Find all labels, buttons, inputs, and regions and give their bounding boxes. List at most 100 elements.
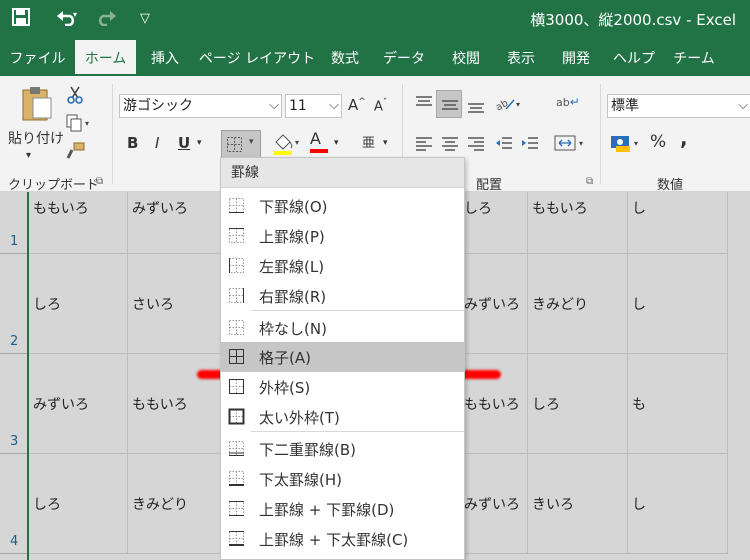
tab-5[interactable]: データ (370, 40, 438, 76)
grid-cell[interactable]: ももいろ (528, 192, 628, 254)
row-header[interactable]: 3 (0, 354, 28, 454)
cut-icon[interactable] (66, 86, 84, 108)
border-option-label: 上罫線 + 下太罫線(C) (259, 531, 409, 549)
border-option-left-border[interactable]: 左罫線(L) (221, 251, 464, 281)
align-top-icon[interactable] (414, 94, 434, 116)
border-option-outside-borders[interactable]: 外枠(S) (221, 372, 464, 402)
paste-icon[interactable] (20, 86, 54, 126)
font-size-combo[interactable]: 11 ⌵ (285, 94, 342, 118)
border-option-all-borders[interactable]: 格子(A) (221, 342, 464, 372)
copy-icon[interactable]: ▾ (66, 114, 94, 136)
accounting-format-icon[interactable]: ▾ (610, 132, 642, 158)
grid-cell[interactable]: し (628, 192, 728, 254)
chevron-down-icon[interactable]: ⌵ (738, 95, 748, 117)
orientation-icon[interactable]: ab ▾ (494, 94, 524, 118)
tab-9[interactable]: ヘルプ (604, 40, 664, 76)
tab-2[interactable]: 挿入 (136, 40, 194, 76)
bold-button[interactable]: B (127, 134, 138, 152)
border-option-right-border[interactable]: 右罫線(R) (221, 281, 464, 311)
tab-3[interactable]: ページ レイアウト (194, 40, 320, 76)
percent-style-button[interactable]: % (650, 132, 666, 152)
border-option-top-border[interactable]: 上罫線(P) (221, 221, 464, 251)
clipboard-launcher-icon[interactable]: ⧉ (96, 176, 103, 187)
tab-0[interactable]: ファイル (0, 40, 75, 76)
font-color-button[interactable]: A (310, 131, 328, 153)
font-name-combo[interactable]: 游ゴシック ⌵ (119, 94, 282, 118)
row-header[interactable]: 2 (0, 254, 28, 354)
chevron-down-icon[interactable]: ▾ (334, 138, 339, 148)
grid-cell[interactable]: ももいろ (460, 354, 528, 454)
align-right-icon[interactable] (466, 134, 486, 156)
grid-cell[interactable]: ももいろ (29, 192, 128, 254)
align-center-icon[interactable] (440, 134, 460, 156)
svg-text:▾: ▾ (579, 139, 583, 148)
grid-cell[interactable]: しろ (460, 192, 528, 254)
row-header[interactable]: 4 (0, 454, 28, 554)
grid-cell[interactable]: さいろ (128, 254, 228, 354)
border-option-top-and-thick-bottom-border[interactable]: 上罫線 + 下太罫線(C) (221, 524, 464, 554)
tab-10[interactable]: チーム (664, 40, 724, 76)
tab-6[interactable]: 校閲 (438, 40, 494, 76)
grid-cell[interactable]: し (628, 254, 728, 354)
paste-dropdown-icon[interactable]: ▾ (26, 150, 31, 161)
chevron-down-icon[interactable]: ▾ (383, 138, 388, 148)
align-left-icon[interactable] (414, 134, 434, 156)
align-bottom-icon[interactable] (466, 96, 486, 118)
border-option-top-and-bottom-border[interactable]: 上罫線 + 下罫線(D) (221, 494, 464, 524)
grow-font-button[interactable]: A^ (348, 96, 366, 114)
grid-cell[interactable]: しろ (29, 454, 128, 554)
number-format-combo[interactable]: 標準 ⌵ (607, 94, 750, 118)
excel-window: ▾ ▽ 横3000、縦2000.csv - Excel ファイル ホーム 挿入 ページ… (0, 0, 750, 560)
border-option-bottom-border[interactable]: 下罫線(O) (221, 191, 464, 221)
svg-text:▾: ▾ (73, 10, 77, 19)
wrap-text-glyph: ab (556, 96, 570, 109)
clipboard-group-label: クリップボード (8, 178, 100, 193)
grid-cell[interactable]: しろ (528, 354, 628, 454)
format-painter-icon[interactable] (66, 142, 86, 164)
border-option-bottom-double-border[interactable]: 下二重罫線(B) (221, 434, 464, 464)
redo-icon[interactable] (95, 8, 117, 32)
decrease-indent-icon[interactable] (494, 134, 514, 156)
grid-cell[interactable]: みずいろ (460, 454, 528, 554)
grid-cell[interactable]: みずいろ (128, 192, 228, 254)
border-option-thick-bottom-border[interactable]: 下太罫線(H) (221, 464, 464, 494)
tab-7[interactable]: 表示 (494, 40, 548, 76)
tab-4[interactable]: 数式 (320, 40, 370, 76)
border-option-thick-outside-borders[interactable]: 太い外枠(T) (221, 402, 464, 432)
underline-dropdown-icon[interactable]: ▾ (197, 138, 202, 148)
customize-toolbar-icon[interactable]: ▽ (140, 8, 150, 30)
underline-button[interactable]: U (178, 134, 190, 152)
all-borders-icon (228, 348, 245, 365)
number-format-value: 標準 (611, 98, 639, 114)
italic-button[interactable]: I (155, 134, 159, 152)
merge-center-icon[interactable]: ▾ (554, 134, 588, 156)
paste-button-label[interactable]: 貼り付け (8, 128, 64, 148)
undo-icon[interactable]: ▾ (56, 8, 78, 32)
save-icon[interactable] (12, 8, 30, 32)
chevron-down-icon[interactable]: ▾ (249, 137, 254, 147)
grid-cell[interactable]: ももいろ (128, 354, 228, 454)
grid-cell[interactable]: も (628, 354, 728, 454)
border-option-no-border[interactable]: 枠なし(N) (221, 313, 464, 343)
chevron-down-icon[interactable]: ⌵ (269, 95, 279, 117)
grid-cell[interactable]: きいろ (528, 454, 628, 554)
shrink-font-button[interactable]: Aˇ (374, 98, 387, 114)
increase-indent-icon[interactable] (520, 134, 540, 156)
wrap-text-button[interactable]: ab↵ (556, 94, 580, 110)
borders-button[interactable]: ▾ (221, 130, 261, 158)
alignment-launcher-icon[interactable]: ⧉ (586, 176, 593, 187)
grid-cell[interactable]: きみどり (528, 254, 628, 354)
chevron-down-icon[interactable]: ⌵ (329, 95, 339, 117)
grid-cell[interactable]: みずいろ (460, 254, 528, 354)
tab-8[interactable]: 開発 (548, 40, 604, 76)
grid-cell[interactable]: し (628, 454, 728, 554)
comma-style-button[interactable]: , (680, 126, 688, 150)
row-header[interactable]: 1 (0, 192, 28, 254)
align-middle-button[interactable] (436, 90, 462, 118)
tab-1[interactable]: ホーム (75, 40, 136, 76)
grid-cell[interactable]: きみどり (128, 454, 228, 554)
phonetic-guide-button[interactable]: 亜 (362, 132, 375, 151)
grid-cell[interactable]: みずいろ (29, 354, 128, 454)
grid-cell[interactable]: しろ (29, 254, 128, 354)
fill-color-icon[interactable]: ▾ (272, 132, 302, 160)
